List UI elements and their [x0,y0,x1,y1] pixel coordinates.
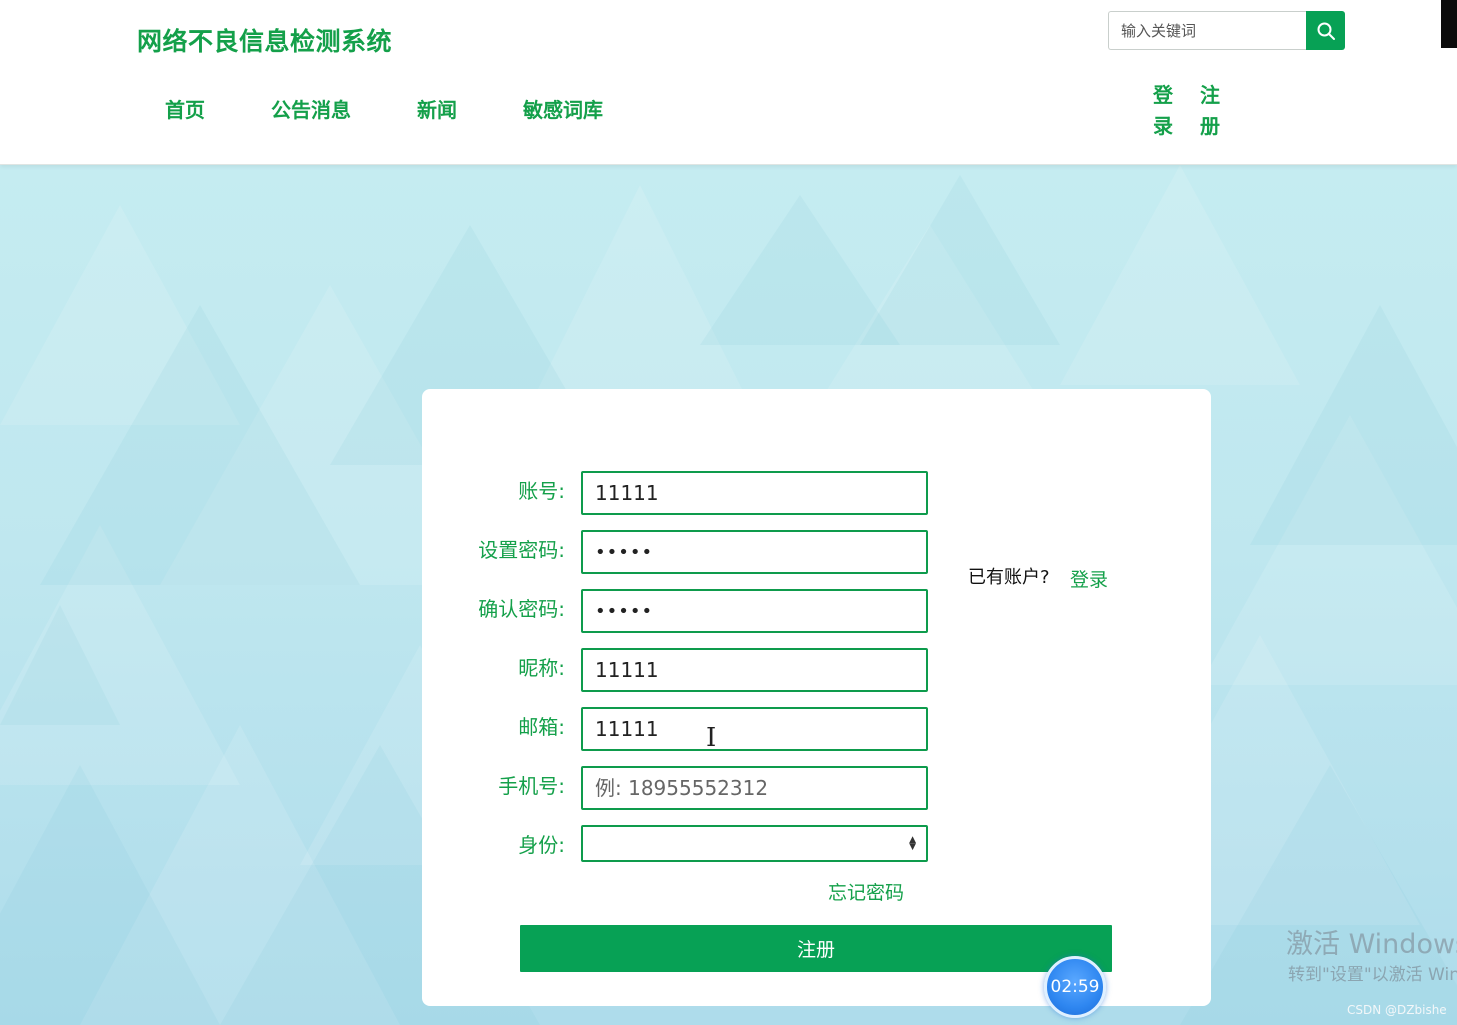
confirm-password-input[interactable] [581,589,928,633]
windows-activation-title: 激活 Windows [1286,929,1457,960]
header-register-link[interactable]: 注册 [1198,80,1222,142]
row-nickname: 昵称: [422,648,1211,692]
screen-edge [1441,0,1457,48]
nickname-label: 昵称: [518,656,565,680]
phone-label: 手机号: [498,774,565,798]
search-icon [1317,22,1335,40]
header: 网络不良信息检测系统 首页 公告消息 新闻 敏感词库 登录 注册 [0,0,1457,165]
account-label: 账号: [518,479,565,503]
account-input[interactable] [581,471,928,515]
forgot-password-link[interactable]: 忘记密码 [828,878,904,905]
search-button[interactable] [1306,11,1345,50]
site-title: 网络不良信息检测系统 [137,27,393,56]
row-role: 身份: ▲ ▼ [422,825,1211,869]
row-confirm-password: 确认密码: [422,589,1211,633]
nav-news[interactable]: 新闻 [417,94,457,123]
header-login-link[interactable]: 登录 [1151,80,1175,142]
confirm-password-label: 确认密码: [478,597,565,621]
register-card: 账号: 设置密码: 确认密码: 昵称: 邮箱: 手机号: 身份: ▲▼ 已有账户… [422,389,1211,1006]
login-link[interactable]: 登录 [1070,565,1108,592]
nickname-input[interactable] [581,648,928,692]
email-input[interactable] [581,707,928,751]
text-cursor-icon: I [706,723,717,753]
register-button[interactable]: 注册 [520,925,1112,972]
have-account-text: 已有账户? [968,567,1050,588]
search-input[interactable] [1108,11,1306,50]
timer-badge[interactable]: 02:59 [1044,956,1106,1018]
email-label: 邮箱: [518,715,565,739]
role-label: 身份: [518,833,565,857]
credit-text: CSDN @DZbishe [1347,1003,1447,1017]
windows-activation-subtitle: 转到"设置"以激活 Windows。 [1288,965,1457,985]
password-input[interactable] [581,530,928,574]
phone-input[interactable] [581,766,928,810]
nav-announcements[interactable]: 公告消息 [271,94,351,123]
password-label: 设置密码: [478,538,565,562]
row-phone: 手机号: [422,766,1211,810]
role-select[interactable]: ▲ ▼ [581,825,928,862]
row-email: 邮箱: [422,707,1211,751]
select-arrows-icon: ▲ ▼ [909,835,916,852]
row-account: 账号: [422,471,1211,515]
nav-home[interactable]: 首页 [165,94,205,123]
search-box [1108,11,1345,50]
nav-sensitive-words[interactable]: 敏感词库 [523,94,603,123]
